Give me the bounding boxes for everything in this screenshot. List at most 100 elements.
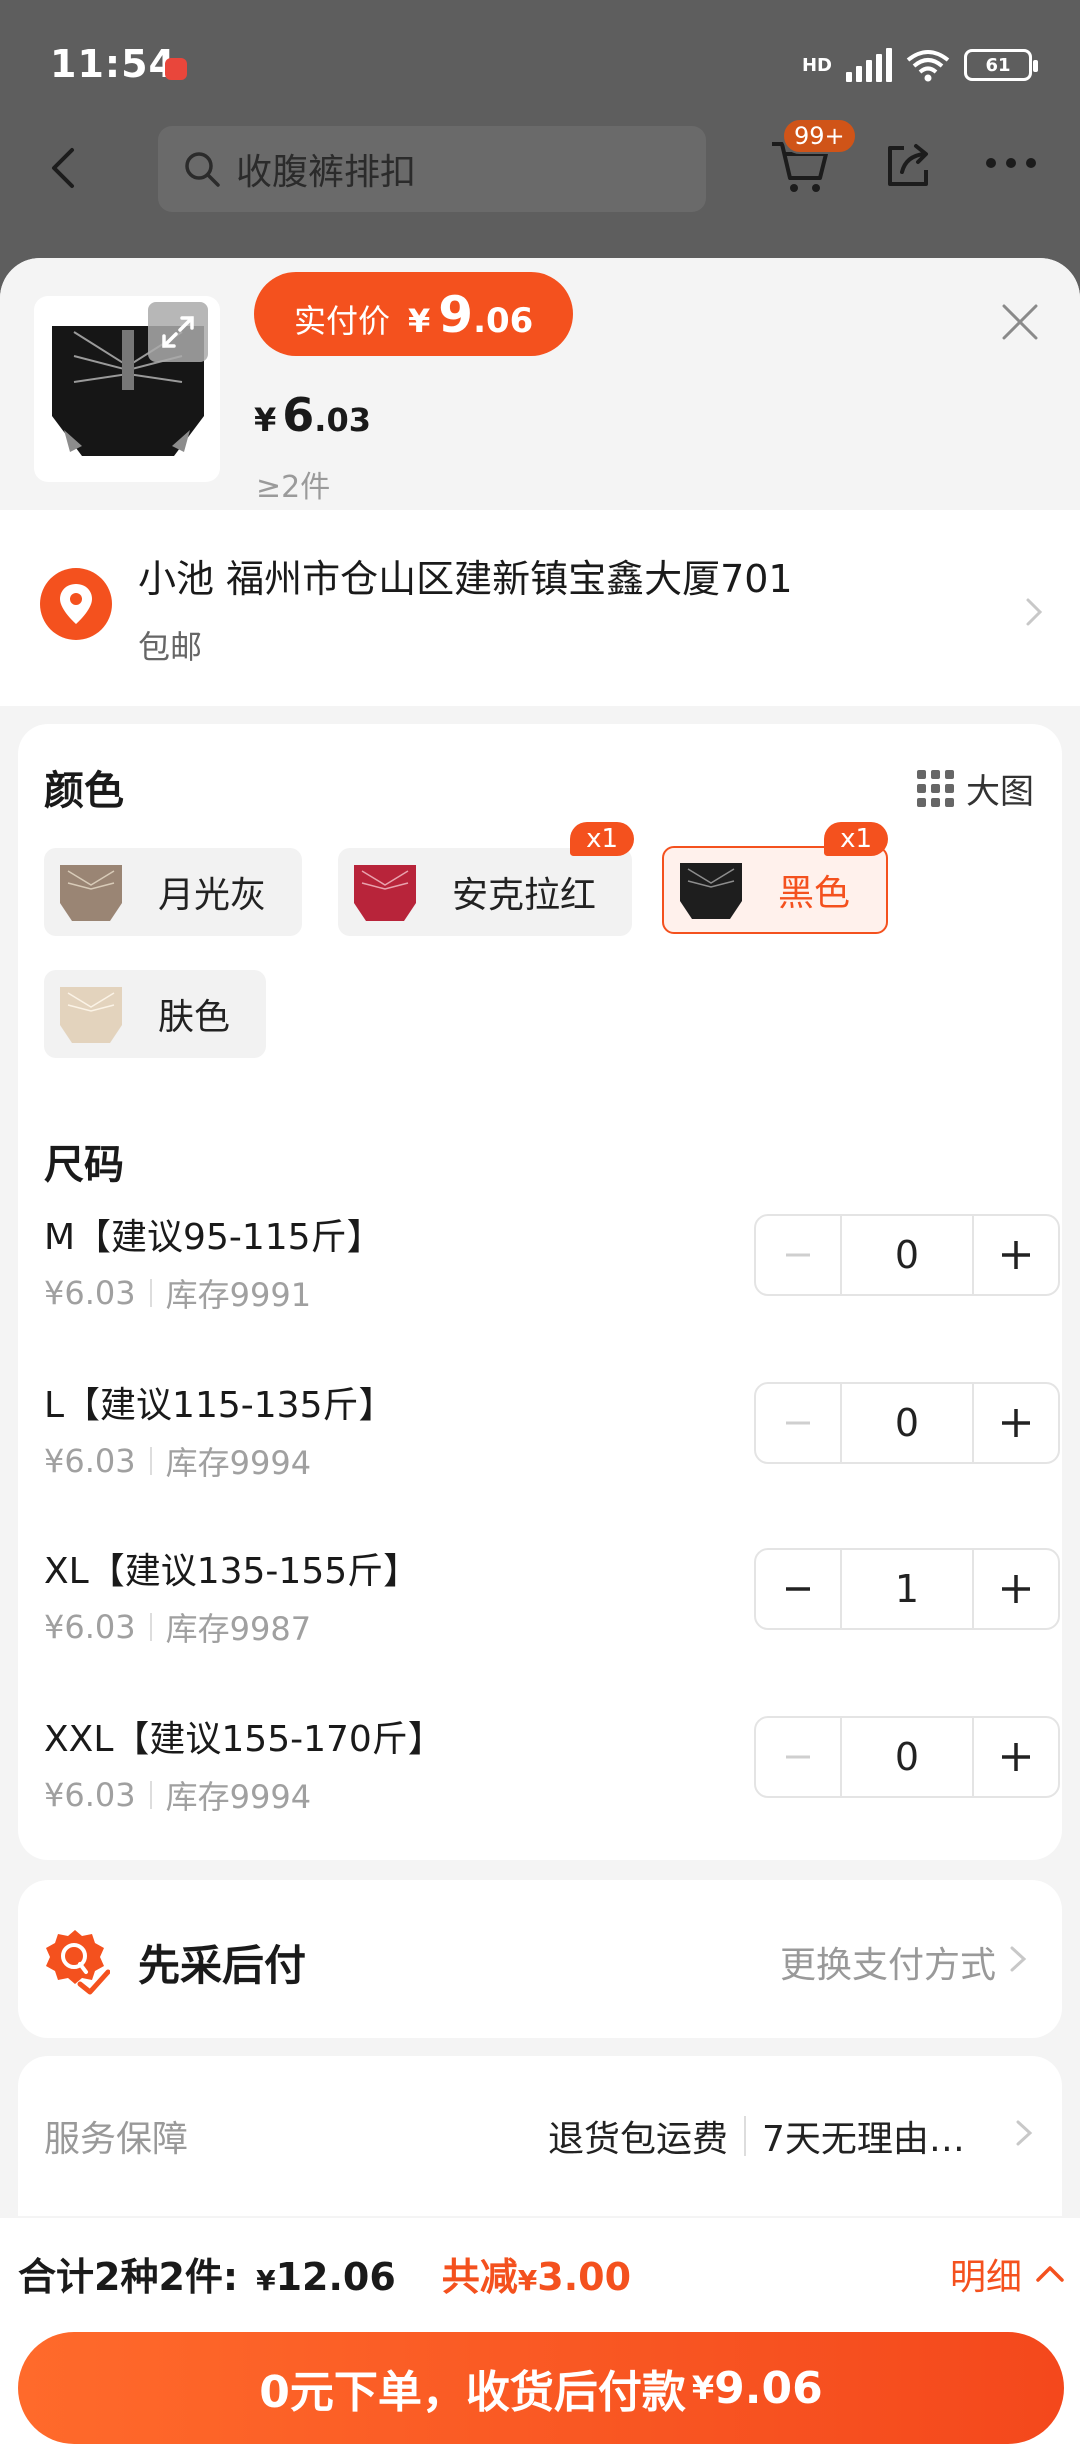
swatch-fill [60, 987, 122, 1043]
color-option-black[interactable]: 黑色 x1 [662, 822, 889, 934]
sku-selector-sheet: 实付价 ¥ 9 .06 ¥ 6 .03 ≥2件 小池 福州市仓山区建新镇宝鑫大厦… [0, 258, 1080, 2460]
payment-method-card[interactable]: 先采后付 更换支付方式 [18, 1880, 1062, 2038]
size-section-title: 尺码 [44, 1142, 124, 1188]
size-meta: ¥6.03 库存9991 [44, 1270, 311, 1316]
quantity-stepper: 0 [754, 1214, 1060, 1296]
place-order-label: 0元下单，收货后付款 [259, 2367, 686, 2418]
size-name: M【建议95-115斤】 [44, 1217, 383, 1258]
color-swatch-image [60, 865, 122, 921]
size-stock: 库存9994 [165, 1778, 312, 1816]
place-order-amount: 9.06 [714, 2362, 823, 2414]
color-swatch-image [680, 863, 742, 919]
expand-icon[interactable] [148, 302, 208, 362]
final-price-label: 实付价 [294, 302, 391, 340]
close-icon[interactable] [996, 298, 1044, 346]
size-stock: 库存9994 [165, 1444, 312, 1482]
plus-icon [1002, 1409, 1030, 1437]
place-order-button[interactable]: 0元下单，收货后付款 ¥ 9.06 [18, 2332, 1064, 2444]
decrement-button[interactable] [756, 1550, 840, 1628]
battery-icon: 61 [964, 49, 1038, 81]
increment-button[interactable] [974, 1216, 1058, 1294]
total-amount: ¥12.06 [256, 2255, 396, 2299]
currency-symbol: ¥ [256, 2264, 276, 2297]
more-icon[interactable] [986, 158, 1036, 168]
minus-icon [786, 1587, 810, 1591]
chevron-right-icon [1026, 598, 1043, 626]
currency-symbol: ¥ [408, 302, 431, 340]
swatch-fill [60, 865, 122, 921]
min-quantity: ≥2件 [256, 470, 331, 505]
color-swatch-image [60, 987, 122, 1043]
big-image-toggle[interactable]: 大图 [917, 764, 1034, 813]
quantity-badge: x1 [570, 822, 635, 856]
color-section-title: 颜色 [44, 768, 124, 814]
color-option-label: 安克拉红 [452, 875, 597, 916]
final-price-decimal: .06 [473, 301, 534, 341]
notification-icon [165, 58, 187, 80]
cart-badge: 99+ [782, 118, 857, 154]
size-meta: ¥6.03 库存9994 [44, 1772, 311, 1818]
status-icons: HD 61 [802, 48, 1038, 82]
currency-symbol: ¥ [254, 401, 277, 439]
decrement-button[interactable] [756, 1718, 840, 1796]
price-detail-toggle[interactable]: 明细 [950, 2248, 1066, 2300]
color-swatch-image [354, 865, 416, 921]
size-meta: ¥6.03 库存9987 [44, 1604, 311, 1650]
detail-label: 明细 [949, 2257, 1022, 2298]
increment-button[interactable] [974, 1384, 1058, 1462]
currency-symbol: ¥ [691, 2369, 715, 2407]
color-option-moonlight-gray[interactable]: 月光灰 [44, 848, 303, 936]
size-stock: 库存9987 [165, 1610, 312, 1648]
quantity-value[interactable]: 0 [840, 1216, 974, 1294]
address-card[interactable]: 小池 福州市仓山区建新镇宝鑫大厦701 包邮 [0, 510, 1080, 706]
address-text: 小池 福州市仓山区建新镇宝鑫大厦701 [138, 557, 793, 601]
size-meta: ¥6.03 库存9994 [44, 1438, 311, 1484]
size-price: ¥6.03 [44, 1274, 136, 1312]
background-page: 11:54 HD 61 收腹裤排扣 99+ [0, 0, 1080, 300]
back-arrow-icon[interactable] [42, 144, 90, 192]
decrement-button[interactable] [756, 1216, 840, 1294]
share-icon[interactable] [882, 140, 934, 192]
final-price-pill: 实付价 ¥ 9 .06 [254, 272, 574, 356]
status-bar: 11:54 HD 61 [0, 0, 1080, 130]
final-price-integer: 9 [438, 286, 474, 344]
chevron-up-icon [1036, 2266, 1064, 2282]
quantity-value[interactable]: 0 [840, 1384, 974, 1462]
search-icon [185, 152, 220, 187]
quantity-stepper: 0 [754, 1382, 1060, 1464]
color-option-label: 肤色 [158, 997, 231, 1038]
service-guarantee-card[interactable]: 服务保障 退货包运费 7天无理由… [18, 2056, 1062, 2216]
size-price: ¥6.03 [44, 1442, 136, 1480]
increment-button[interactable] [974, 1718, 1058, 1796]
color-option-label: 黑色 [778, 873, 851, 914]
unit-price-decimal: .03 [314, 401, 371, 439]
minus-icon [786, 1421, 810, 1425]
size-row-xl: XL【建议135-155斤】 ¥6.03 库存9987 1 [42, 1542, 1060, 1662]
decrement-button[interactable] [756, 1384, 840, 1462]
order-summary-bar: 合计2种2件: ¥12.06 共减¥3.00 明细 0元下单，收货后付款 ¥ 9… [0, 2218, 1080, 2460]
increment-button[interactable] [974, 1550, 1058, 1628]
quantity-value[interactable]: 0 [840, 1718, 974, 1796]
color-option-nude[interactable]: 肤色 [44, 970, 267, 1058]
wifi-icon [906, 50, 950, 82]
big-image-label: 大图 [966, 772, 1034, 812]
chevron-right-icon [1016, 2120, 1033, 2146]
order-total: 合计2种2件: ¥12.06 共减¥3.00 [18, 2246, 631, 2301]
service-label: 服务保障 [44, 2119, 189, 2160]
size-price: ¥6.03 [44, 1608, 136, 1646]
size-row-m: M【建议95-115斤】 ¥6.03 库存9991 0 [42, 1208, 1060, 1328]
sku-card: 颜色 大图 月光灰 安克拉红 x1 黑色 x1 肤色 尺码 M【建议95-115… [18, 724, 1062, 1860]
quantity-stepper: 1 [754, 1548, 1060, 1630]
product-header: 实付价 ¥ 9 .06 ¥ 6 .03 ≥2件 [0, 258, 1080, 510]
size-row-xxl: XXL【建议155-170斤】 ¥6.03 库存9994 0 [42, 1710, 1060, 1830]
location-pin-icon [40, 568, 112, 640]
change-payment-link[interactable]: 更换支付方式 [780, 1936, 996, 1988]
size-name: XXL【建议155-170斤】 [44, 1719, 444, 1760]
battery-level: 61 [985, 54, 1011, 76]
size-stock: 库存9991 [165, 1276, 312, 1314]
minus-icon [786, 1253, 810, 1257]
search-query: 收腹裤排扣 [236, 152, 417, 193]
color-option-anchor-red[interactable]: 安克拉红 x1 [338, 822, 635, 936]
quantity-value[interactable]: 1 [840, 1550, 974, 1628]
search-bar[interactable]: 收腹裤排扣 [158, 126, 706, 212]
